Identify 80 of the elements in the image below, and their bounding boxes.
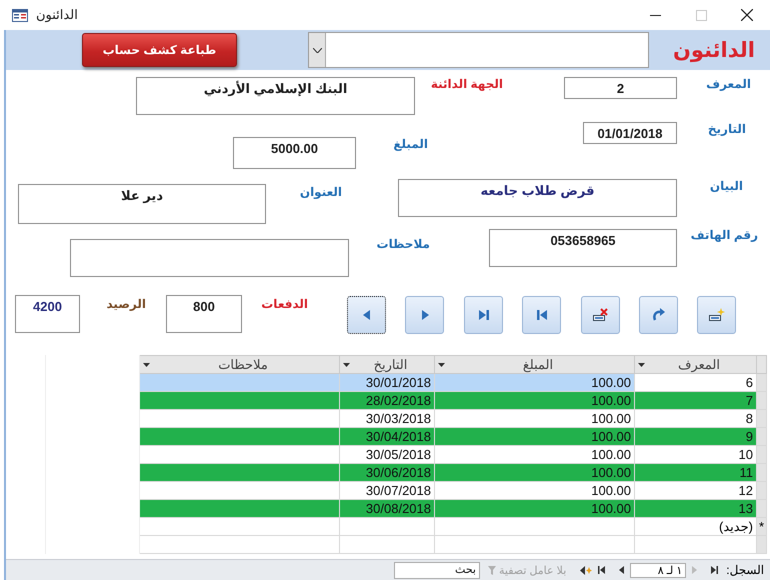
- funnel-icon: [488, 566, 496, 574]
- table-cell: 100.00: [434, 482, 634, 500]
- table-cell: 30/04/2018: [340, 428, 434, 446]
- chevron-down-icon: [312, 48, 322, 52]
- text-field[interactable]: 01/01/2018: [583, 122, 677, 144]
- next-record-icon[interactable]: [619, 566, 624, 574]
- field-label: الدفعات: [260, 297, 308, 311]
- table-cell: 28/02/2018: [340, 392, 434, 410]
- form-icon: [12, 8, 28, 22]
- text-field[interactable]: 053658965: [489, 229, 677, 267]
- last-record-icon: [478, 310, 488, 320]
- creditor-combo-box[interactable]: [308, 32, 649, 68]
- dropdown-button[interactable]: [309, 33, 326, 67]
- window-title: الدائنون: [36, 7, 78, 23]
- field-label: الرصيد: [105, 297, 146, 311]
- table-cell: 100.00: [434, 500, 634, 518]
- record-label: السجل:: [726, 563, 764, 577]
- field-label: المبلغ: [392, 137, 428, 151]
- field-label: المعرف: [706, 77, 751, 91]
- search-field[interactable]: بحث: [394, 562, 480, 578]
- table-cell: 100.00: [434, 428, 634, 446]
- table-cell: 11: [634, 464, 756, 482]
- table-cell: 100.00: [434, 446, 634, 464]
- table-cell: 30/03/2018: [340, 410, 434, 428]
- field-label: التاريخ: [706, 122, 746, 136]
- table-cell: 7: [634, 392, 756, 410]
- last-record-icon[interactable]: [598, 566, 606, 574]
- form-title: الدائنون: [673, 38, 755, 62]
- first-record-icon: [536, 310, 546, 320]
- new-record-icon: [708, 308, 724, 322]
- table-cell: 6: [634, 374, 756, 392]
- text-field[interactable]: قرض طلاب جامعه: [398, 179, 677, 217]
- table-cell: 30/05/2018: [340, 446, 434, 464]
- nav-button[interactable]: [347, 296, 386, 334]
- text-field[interactable]: البنك الإسلامي الأردني: [136, 77, 415, 115]
- redo-arrow-icon: [652, 308, 666, 322]
- table-cell: 30/08/2018: [340, 500, 434, 518]
- text-field[interactable]: 800: [166, 295, 242, 333]
- field-label: العنوان: [298, 185, 342, 199]
- close-icon: [741, 9, 753, 21]
- field-label: البيان: [708, 179, 743, 193]
- table-cell: 100.00: [434, 374, 634, 392]
- first-record-icon[interactable]: [711, 566, 718, 574]
- nav-button[interactable]: [697, 296, 736, 334]
- delete-record-icon: [592, 308, 608, 322]
- maximize-icon: [696, 10, 706, 20]
- column-header[interactable]: ملاحظات: [140, 356, 340, 374]
- text-field[interactable]: [70, 239, 349, 277]
- text-field[interactable]: دير علا: [18, 184, 266, 224]
- table-cell: 100.00: [434, 464, 634, 482]
- table-cell: 9: [634, 428, 756, 446]
- dropdown-arrow-icon[interactable]: [143, 362, 150, 366]
- new-record-label: (جديد): [634, 518, 756, 536]
- column-header[interactable]: المبلغ: [434, 356, 634, 374]
- triangle-right-icon: [420, 310, 428, 320]
- minimize-icon: [650, 14, 660, 16]
- table-cell: 10: [634, 446, 756, 464]
- table-cell: 100.00: [434, 392, 634, 410]
- table-cell: 12: [634, 482, 756, 500]
- new-record-icon[interactable]: [580, 566, 592, 574]
- table-cell: 30/06/2018: [340, 464, 434, 482]
- column-header[interactable]: التاريخ: [340, 356, 434, 374]
- column-header[interactable]: المعرف: [634, 356, 756, 374]
- table-cell: 100.00: [434, 410, 634, 428]
- text-field[interactable]: 5000.00: [233, 137, 356, 169]
- triangle-left-icon: [362, 310, 370, 320]
- dropdown-arrow-icon[interactable]: [638, 362, 645, 366]
- print-statement-button[interactable]: طباعة كشف حساب: [82, 33, 237, 67]
- field-label: ملاحظات: [376, 237, 430, 251]
- text-field[interactable]: 2: [564, 77, 677, 99]
- text-field[interactable]: 4200: [15, 295, 80, 333]
- table-cell: 30/07/2018: [340, 482, 434, 500]
- dropdown-arrow-icon[interactable]: [438, 362, 445, 366]
- record-position-field[interactable]: ١ لـ ٨: [630, 562, 686, 578]
- table-cell: 13: [634, 500, 756, 518]
- table-cell: 30/01/2018: [340, 374, 434, 392]
- dropdown-arrow-icon[interactable]: [343, 362, 350, 366]
- table-cell: 8: [634, 410, 756, 428]
- nav-button[interactable]: [581, 296, 620, 334]
- field-label: الجهة الدائنة: [430, 77, 503, 91]
